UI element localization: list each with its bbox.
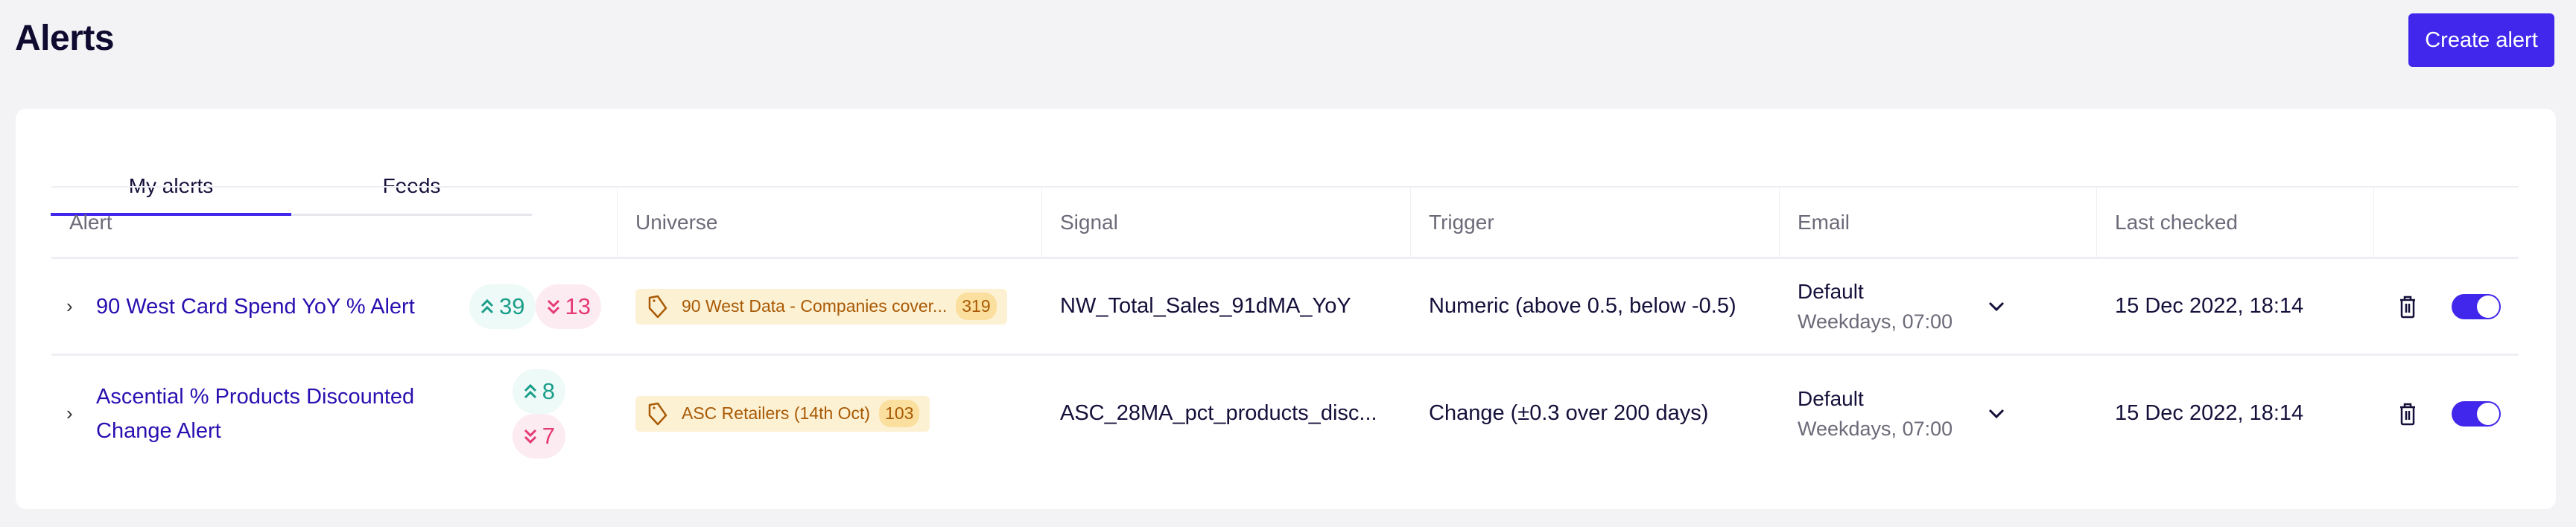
universe-tag[interactable]: ASC Retailers (14th Oct) 103 xyxy=(635,395,930,432)
last-checked-value: 15 Dec 2022, 18:14 xyxy=(2115,294,2304,318)
up-count-badge: 39 xyxy=(469,284,536,329)
alert-counts: 8 7 xyxy=(512,368,565,459)
tag-icon xyxy=(648,295,667,318)
page-title: Alerts xyxy=(15,19,115,58)
column-header-email: Email xyxy=(1780,188,2097,257)
trigger-value: Numeric (above 0.5, below -0.5) xyxy=(1429,294,1736,318)
alert-name-link[interactable]: Ascential % Products Discounted Change A… xyxy=(96,380,469,448)
universe-tag[interactable]: 90 West Data - Companies cover... 319 xyxy=(635,288,1007,325)
email-dropdown[interactable]: Default Weekdays, 07:00 xyxy=(1780,356,2097,471)
column-header-universe: Universe xyxy=(618,188,1042,257)
alert-counts: 39 13 xyxy=(469,284,601,329)
table-header: Alert Universe Signal Trigger Email Last… xyxy=(51,186,2519,259)
chevron-down-icon[interactable] xyxy=(1987,300,2006,313)
universe-count-badge: 319 xyxy=(956,293,997,320)
alert-enabled-toggle[interactable] xyxy=(2452,400,2501,427)
alerts-card: My alerts Feeds Alert Universe Signal Tr… xyxy=(16,109,2556,509)
expand-chevron-icon[interactable]: › xyxy=(66,402,96,425)
double-chevron-up-icon xyxy=(480,298,494,313)
table-row: › 90 West Card Spend YoY % Alert 39 13 9… xyxy=(51,259,2519,356)
signal-value: ASC_28MA_pct_products_disc... xyxy=(1060,401,1377,425)
column-header-trigger: Trigger xyxy=(1411,188,1780,257)
email-schedule: Weekdays, 07:00 xyxy=(1798,417,1953,440)
trigger-value: Change (±0.3 over 200 days) xyxy=(1429,401,1709,425)
email-schedule: Weekdays, 07:00 xyxy=(1798,310,1953,333)
table-row: › Ascential % Products Discounted Change… xyxy=(51,356,2519,471)
expand-chevron-icon[interactable]: › xyxy=(66,295,96,318)
column-header-last-checked: Last checked xyxy=(2097,188,2374,257)
signal-value: NW_Total_Sales_91dMA_YoY xyxy=(1060,294,1351,318)
email-setting: Default xyxy=(1798,386,1864,410)
alert-name-link[interactable]: 90 West Card Spend YoY % Alert xyxy=(96,290,469,324)
alerts-table: Alert Universe Signal Trigger Email Last… xyxy=(51,186,2519,471)
create-alert-button[interactable]: Create alert xyxy=(2408,13,2554,67)
last-checked-value: 15 Dec 2022, 18:14 xyxy=(2115,401,2304,425)
alert-enabled-toggle[interactable] xyxy=(2452,293,2501,319)
up-count-badge: 8 xyxy=(512,368,565,414)
double-chevron-up-icon xyxy=(524,383,536,398)
tag-icon xyxy=(648,402,667,425)
double-chevron-down-icon xyxy=(524,429,536,444)
down-count-badge: 7 xyxy=(512,413,565,459)
universe-count-badge: 103 xyxy=(879,400,920,427)
trash-icon[interactable] xyxy=(2398,295,2417,319)
column-header-actions xyxy=(2374,188,2519,257)
down-count-badge: 13 xyxy=(535,284,601,329)
column-header-alert: Alert xyxy=(51,188,618,257)
double-chevron-down-icon xyxy=(547,299,559,314)
email-setting: Default xyxy=(1798,279,1864,303)
column-header-signal: Signal xyxy=(1042,188,1411,257)
email-dropdown[interactable]: Default Weekdays, 07:00 xyxy=(1780,259,2097,354)
tab-bar: My alerts Feeds xyxy=(51,138,532,216)
trash-icon[interactable] xyxy=(2398,402,2417,426)
chevron-down-icon[interactable] xyxy=(1987,407,2006,421)
